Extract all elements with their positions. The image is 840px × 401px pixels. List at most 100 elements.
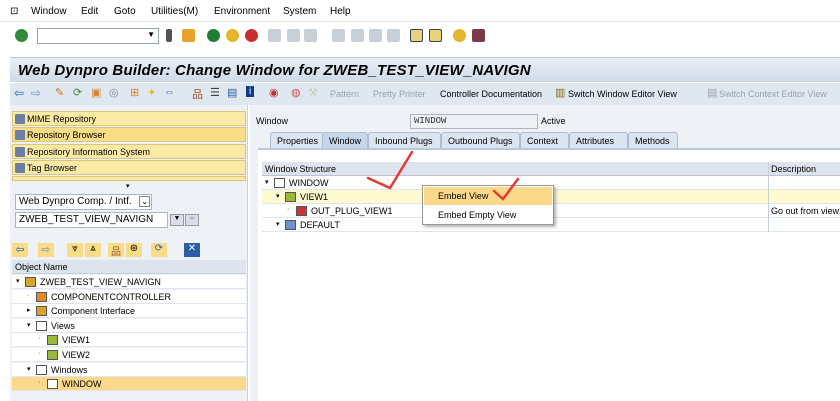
structure-header: Window Structure Description — [262, 162, 840, 176]
tree-item[interactable]: ▾ Windows — [12, 362, 246, 377]
back-icon[interactable] — [207, 29, 220, 42]
where-used-icon[interactable]: ⊞ — [130, 86, 139, 99]
activate-icon[interactable]: ◎ — [109, 86, 119, 99]
nav-repository-info-system[interactable]: Repository Information System — [12, 144, 246, 159]
magic-icon[interactable]: ✦ — [147, 86, 156, 99]
expander-icon[interactable]: ▾ — [27, 321, 31, 329]
tree-item[interactable]: · COMPONENTCONTROLLER — [12, 289, 246, 304]
last-page-icon[interactable] — [387, 29, 400, 42]
switch-window-editor-button[interactable]: Switch Window Editor View — [568, 89, 677, 99]
exit-icon[interactable] — [226, 29, 239, 42]
menu-system[interactable]: System — [283, 6, 316, 17]
print-icon[interactable] — [268, 29, 281, 42]
tab-context[interactable]: Context — [520, 132, 569, 148]
breakpoint-icon[interactable]: ◍ — [291, 86, 301, 99]
structure-label: VIEW1 — [300, 192, 329, 202]
expander-icon[interactable]: · — [38, 350, 40, 357]
nav-label: Repository Browser — [27, 130, 106, 140]
favorites-icon[interactable]: ⊛ — [126, 243, 142, 257]
check-icon[interactable]: ▣ — [91, 86, 101, 99]
info-icon[interactable]: i — [246, 86, 255, 97]
nav-mime-repository[interactable]: MIME Repository — [12, 111, 246, 126]
next-page-icon[interactable] — [369, 29, 382, 42]
dropdown-button[interactable]: ▼ — [170, 214, 184, 226]
expand-arrow-icon[interactable]: ▾ — [126, 182, 130, 190]
expander-icon[interactable]: · — [287, 206, 289, 213]
menu-embed-empty-view[interactable]: Embed Empty View — [424, 206, 552, 224]
test-icon[interactable]: ◉ — [269, 86, 279, 99]
expander-icon[interactable]: · — [27, 292, 29, 299]
hierarchy-icon[interactable]: 品 — [192, 86, 203, 102]
shortcut-icon[interactable] — [429, 29, 442, 42]
navigate-icon[interactable]: ⇔ — [164, 86, 175, 98]
node-icon — [47, 379, 58, 390]
menu-utilities[interactable]: Utilities(M) — [151, 6, 198, 17]
expander-icon[interactable]: · — [38, 335, 40, 342]
tree-item[interactable]: ▸ Component Interface — [12, 304, 246, 319]
expand-icon[interactable]: ⩓ — [85, 243, 101, 257]
tab-inbound-plugs[interactable]: Inbound Plugs — [368, 132, 441, 148]
menu-embed-view[interactable]: Embed View — [424, 187, 552, 205]
menu-edit[interactable]: Edit — [81, 6, 98, 17]
switch-context-editor-button[interactable]: Switch Context Editor View — [719, 89, 827, 99]
edit-icon[interactable]: ✎ — [55, 86, 64, 99]
display-icon[interactable]: ▤ — [227, 86, 237, 99]
cancel-icon[interactable] — [245, 29, 258, 42]
tab-properties[interactable]: Properties — [270, 132, 324, 148]
nav-more[interactable] — [12, 176, 246, 181]
expander-icon[interactable]: ▾ — [276, 192, 280, 200]
tree-item[interactable]: · VIEW1 — [12, 333, 246, 348]
close-icon[interactable]: ✕ — [184, 243, 200, 257]
menu-goto[interactable]: Goto — [114, 6, 136, 17]
object-name-input[interactable]: ZWEB_TEST_VIEW_NAVIGN — [15, 212, 168, 228]
object-type-select[interactable]: Web Dynpro Comp. / Intf. ⌄ — [15, 194, 152, 210]
find-next-icon[interactable] — [304, 29, 317, 42]
switch-window-icon: ▥ — [555, 87, 566, 99]
hierarchy-icon[interactable]: 品 — [108, 243, 124, 258]
tab-attributes[interactable]: Attributes — [569, 132, 628, 148]
expander-icon[interactable]: · — [38, 379, 40, 386]
back-triangle-icon[interactable] — [166, 29, 172, 42]
expander-icon[interactable]: ▾ — [265, 178, 269, 186]
command-field[interactable]: ▼ — [37, 28, 159, 44]
help-icon[interactable] — [453, 29, 466, 42]
wizard-icon[interactable]: ⚒ — [308, 86, 318, 99]
find-icon[interactable] — [287, 29, 300, 42]
menu-window[interactable]: Window — [31, 6, 67, 17]
tree-forward-icon[interactable]: ⇨ — [38, 243, 54, 257]
tree-item[interactable]: · VIEW2 — [12, 348, 246, 362]
forward-arrow-icon[interactable]: ⇨ — [31, 86, 41, 100]
tab-methods[interactable]: Methods — [628, 132, 678, 148]
first-page-icon[interactable] — [332, 29, 345, 42]
layout-icon[interactable] — [472, 29, 485, 42]
expander-icon[interactable]: ▾ — [16, 277, 20, 285]
menu-environment[interactable]: Environment — [214, 6, 270, 17]
save-icon[interactable] — [182, 29, 195, 42]
stack-icon[interactable]: ☰ — [210, 86, 220, 99]
collapse-icon[interactable]: ⩔ — [67, 243, 83, 257]
refresh-icon[interactable]: ⟳ — [151, 243, 167, 257]
object-type-value: Web Dynpro Comp. / Intf. — [19, 196, 132, 207]
menu-help[interactable]: Help — [330, 6, 351, 17]
expander-icon[interactable]: ▸ — [27, 306, 31, 314]
back-arrow-icon[interactable]: ⇦ — [14, 86, 24, 100]
prev-page-icon[interactable] — [351, 29, 364, 42]
tab-outbound-plugs[interactable]: Outbound Plugs — [441, 132, 520, 148]
menu-icon[interactable]: ⊡ — [10, 6, 18, 17]
tab-window[interactable]: Window — [322, 132, 368, 148]
expander-icon[interactable]: ▾ — [276, 220, 280, 228]
display-glasses-button[interactable]: ∞ — [185, 214, 199, 226]
expander-icon[interactable]: ▾ — [27, 365, 31, 373]
nav-tag-browser[interactable]: Tag Browser — [12, 160, 246, 175]
tree-item[interactable]: ▾ Views — [12, 318, 246, 333]
tree-item[interactable]: · WINDOW — [12, 377, 246, 392]
new-session-icon[interactable] — [410, 29, 423, 42]
pretty-printer-button[interactable]: Pretty Printer — [373, 89, 426, 99]
toggle-icon[interactable]: ⟳ — [73, 86, 82, 99]
nav-repository-browser[interactable]: Repository Browser — [12, 127, 246, 142]
tree-back-icon[interactable]: ⇦ — [12, 243, 28, 257]
controller-documentation-button[interactable]: Controller Documentation — [440, 89, 542, 99]
enter-icon[interactable] — [15, 29, 28, 42]
tree-item[interactable]: ▾ ZWEB_TEST_VIEW_NAVIGN — [12, 275, 246, 289]
pattern-button[interactable]: Pattern — [330, 89, 359, 99]
